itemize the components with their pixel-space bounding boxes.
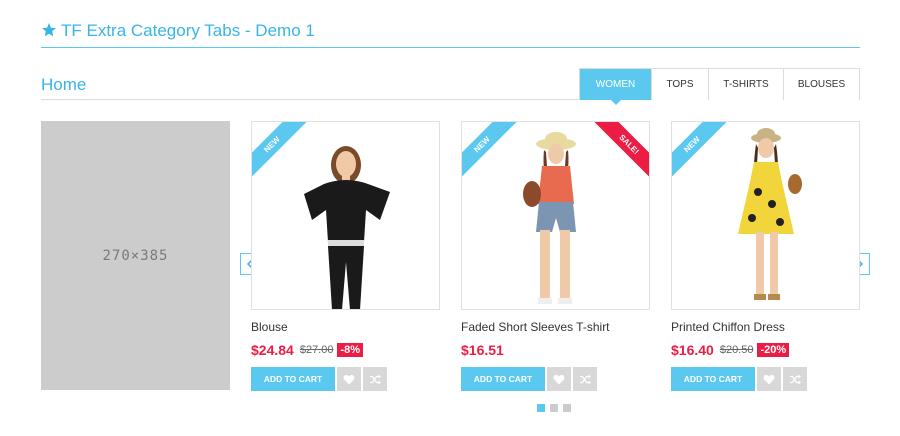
product-old-price: $20.50: [719, 344, 754, 356]
outfit-top: [538, 166, 574, 204]
category-home-label[interactable]: Home: [41, 75, 86, 95]
banner-placeholder: 270×385: [41, 121, 230, 390]
carousel-dot[interactable]: [537, 404, 545, 412]
product-price: $24.84: [251, 342, 294, 358]
wishlist-button[interactable]: [337, 367, 361, 391]
outfit-dress: [738, 162, 794, 234]
heart-icon: [343, 374, 355, 384]
discount-badge: -20%: [757, 343, 790, 357]
price-row: $16.51: [461, 341, 650, 359]
shuffle-icon: [370, 374, 381, 384]
add-to-cart-button[interactable]: ADD TO CART: [461, 367, 545, 391]
product-actions: ADD TO CART: [671, 367, 860, 391]
add-to-cart-button[interactable]: ADD TO CART: [251, 367, 335, 391]
discount-badge: -8%: [337, 343, 364, 357]
price-row: $16.40 $20.50 -20%: [671, 341, 860, 359]
carousel-dot[interactable]: [550, 404, 558, 412]
compare-button[interactable]: [573, 367, 597, 391]
product-old-price: $27.00: [299, 344, 334, 356]
compare-button[interactable]: [363, 367, 387, 391]
tab-tops[interactable]: TOPS: [651, 69, 708, 100]
product-name[interactable]: Printed Chiffon Dress: [671, 320, 860, 334]
heart-icon: [553, 374, 565, 384]
product-price: $16.40: [671, 342, 714, 358]
product-card: NEW SALE! Faded Short Sleeves T-shirt $1…: [461, 121, 650, 391]
tab-women[interactable]: WOMEN: [580, 69, 651, 105]
heart-icon: [763, 374, 775, 384]
price-row: $24.84 $27.00 -8%: [251, 341, 440, 359]
tab-t-shirts[interactable]: T-SHIRTS: [708, 69, 783, 100]
wishlist-button[interactable]: [757, 367, 781, 391]
product-photo-illustration: [304, 146, 390, 309]
banner-placeholder-text: 270×385: [102, 247, 169, 264]
compare-button[interactable]: [783, 367, 807, 391]
product-card: NEW Blouse $24.84 $27.00 -8% ADD TO CART: [251, 121, 440, 391]
wishlist-button[interactable]: [547, 367, 571, 391]
carousel-dot[interactable]: [563, 404, 571, 412]
product-name[interactable]: Blouse: [251, 320, 440, 334]
category-tabs-bar: Home WOMEN TOPS T-SHIRTS BLOUSES: [41, 68, 860, 105]
product-card: NEW Printed Chiffon Dress $16.40 $20.50 …: [671, 121, 860, 391]
add-to-cart-button[interactable]: ADD TO CART: [671, 367, 755, 391]
product-image[interactable]: NEW: [251, 121, 440, 310]
outfit-top: [304, 180, 390, 242]
carousel-pagination: [537, 404, 576, 412]
product-image[interactable]: NEW SALE!: [461, 121, 650, 310]
product-actions: ADD TO CART: [461, 367, 650, 391]
product-photo-illustration: [738, 128, 802, 300]
product-price: $16.51: [461, 342, 504, 358]
shuffle-icon: [580, 374, 591, 384]
product-image[interactable]: NEW: [671, 121, 860, 310]
module-title: TF Extra Category Tabs - Demo 1: [61, 21, 315, 40]
module-header: TF Extra Category Tabs - Demo 1: [41, 18, 860, 48]
product-name[interactable]: Faded Short Sleeves T-shirt: [461, 320, 650, 334]
shuffle-icon: [790, 374, 801, 384]
category-tabs: WOMEN TOPS T-SHIRTS BLOUSES: [579, 68, 860, 105]
product-actions: ADD TO CART: [251, 367, 440, 391]
tab-blouses[interactable]: BLOUSES: [783, 69, 859, 100]
star-icon: [42, 23, 56, 37]
